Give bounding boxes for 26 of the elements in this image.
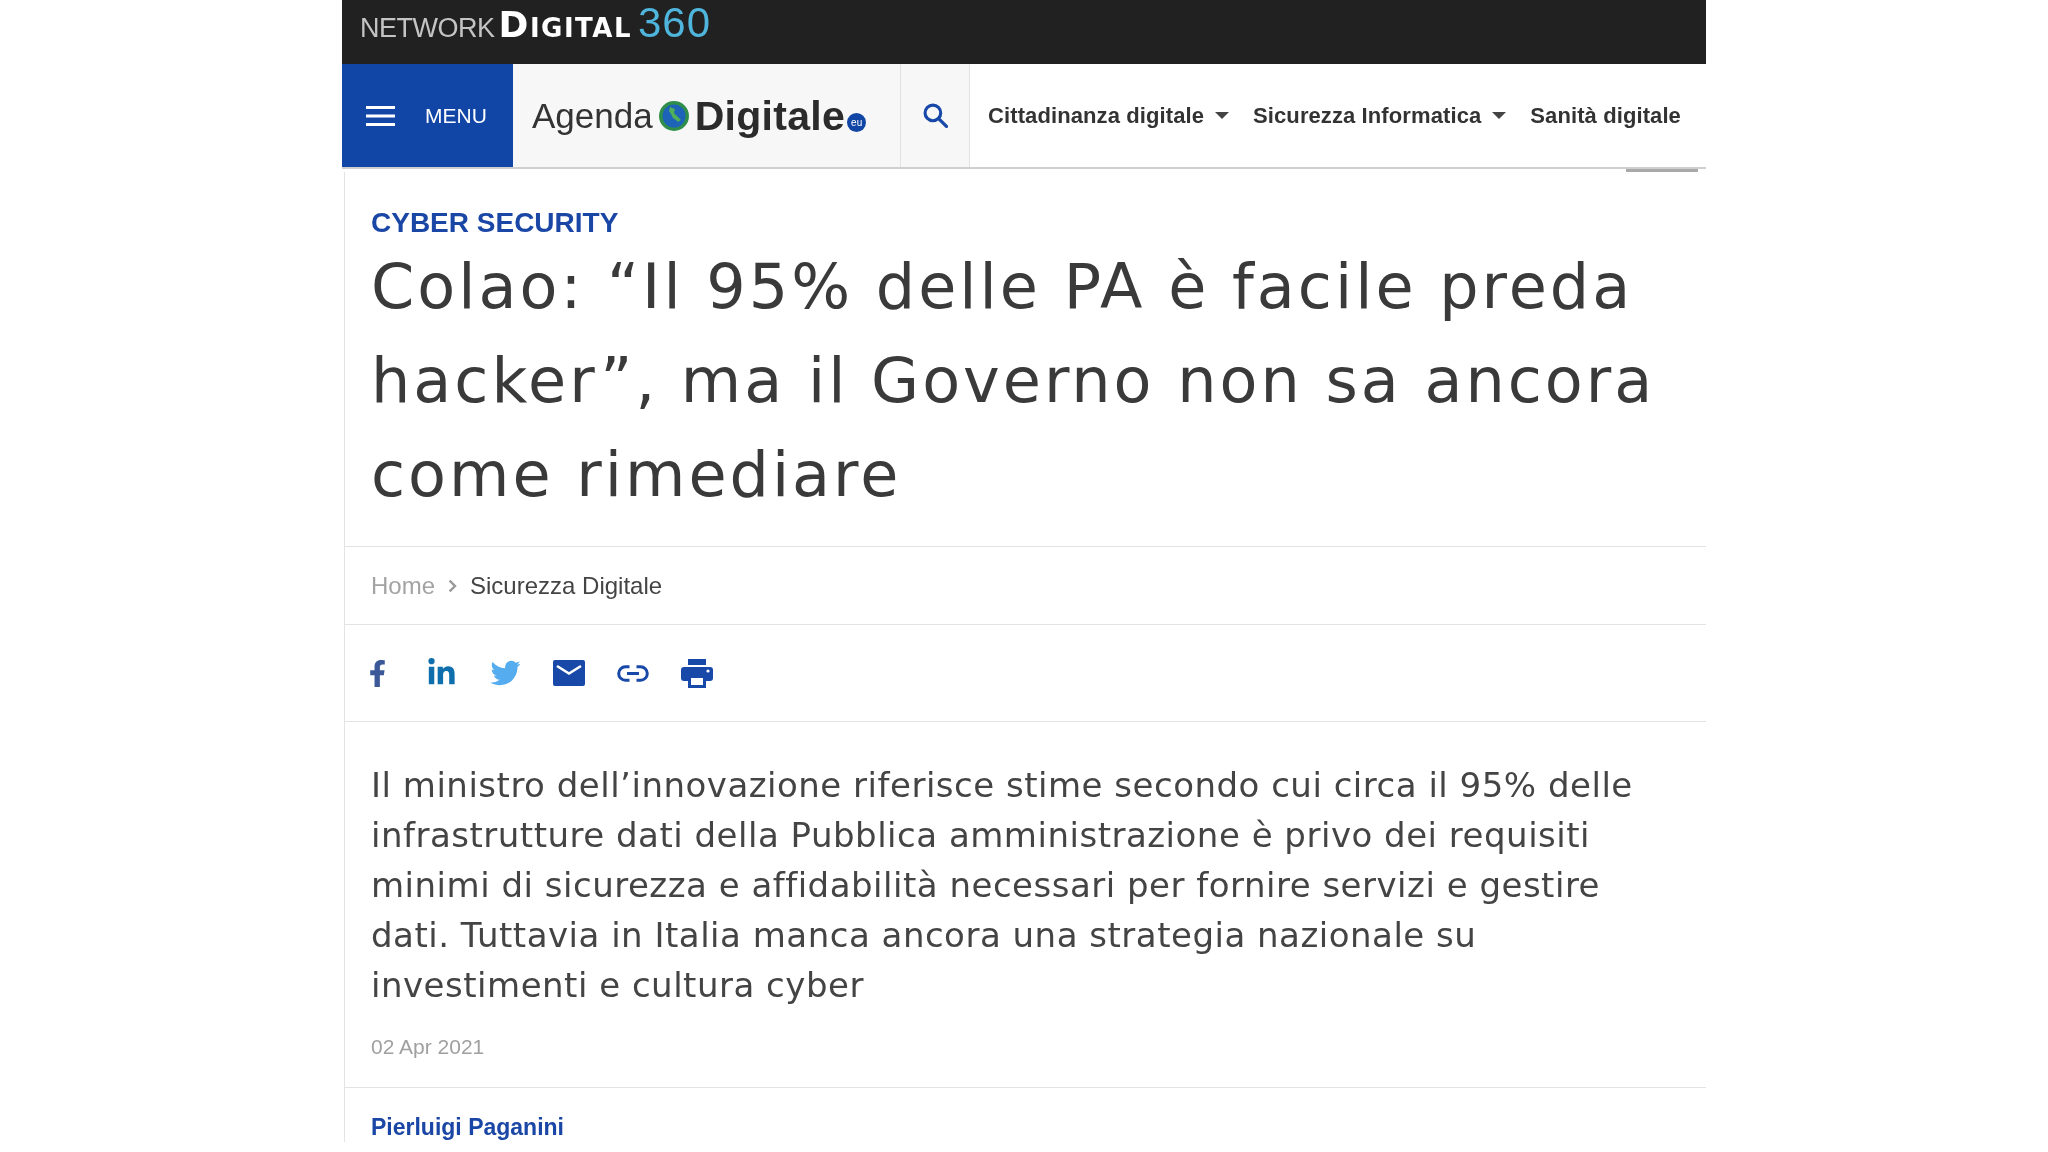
- logo-text: 360: [638, 3, 712, 43]
- facebook-icon[interactable]: [368, 657, 386, 689]
- printer-icon[interactable]: [681, 658, 713, 688]
- domain-badge: eu: [847, 113, 867, 132]
- scrollbar-thumb[interactable]: [1626, 169, 1698, 172]
- article-title: Colao: “Il 95% delle PA è facile preda hacker”, ma il Governo non sa ancora come rimediare: [371, 249, 1657, 513]
- article-summary: Il ministro dell’innovazione riferisce stime secondo cui circa il 95% delle infrastrutture dati della Pubblica amministrazione è privo dei requisiti minimi di sicurezza e affidabilità necessari per fornire servizi e gestire dati. Tuttavia in Italia manca ancora una strategia nazionale su investimenti e cultura cyber: [371, 764, 1634, 1007]
- chevron-right-icon: [448, 578, 458, 593]
- link-icon[interactable]: [617, 664, 649, 682]
- category-link[interactable]: CYBER SECURITY: [371, 206, 619, 240]
- menu-button[interactable]: MENU: [342, 64, 513, 167]
- search-icon: [922, 103, 948, 128]
- globe-icon: [658, 100, 689, 131]
- envelope-icon[interactable]: [553, 660, 585, 686]
- menu-icon: [366, 105, 395, 126]
- publish-date: 02 Apr 2021: [371, 1034, 485, 1060]
- nav-link[interactable]: Cittadinanza digitale: [988, 99, 1229, 132]
- logo-text: NETWORK: [360, 12, 495, 45]
- search-button[interactable]: [900, 64, 970, 167]
- nav-link[interactable]: Sanità digitale: [1530, 99, 1681, 132]
- logo-text: DIGITAL: [498, 5, 632, 47]
- logo-text: Agenda: [532, 95, 653, 136]
- breadcrumb-current: Sicurezza Digitale: [470, 570, 663, 601]
- logo-text: Digitale: [694, 93, 846, 138]
- nav-link[interactable]: Sicurezza Informatica: [1253, 99, 1507, 132]
- author-link[interactable]: Pierluigi Paganini: [371, 1112, 564, 1142]
